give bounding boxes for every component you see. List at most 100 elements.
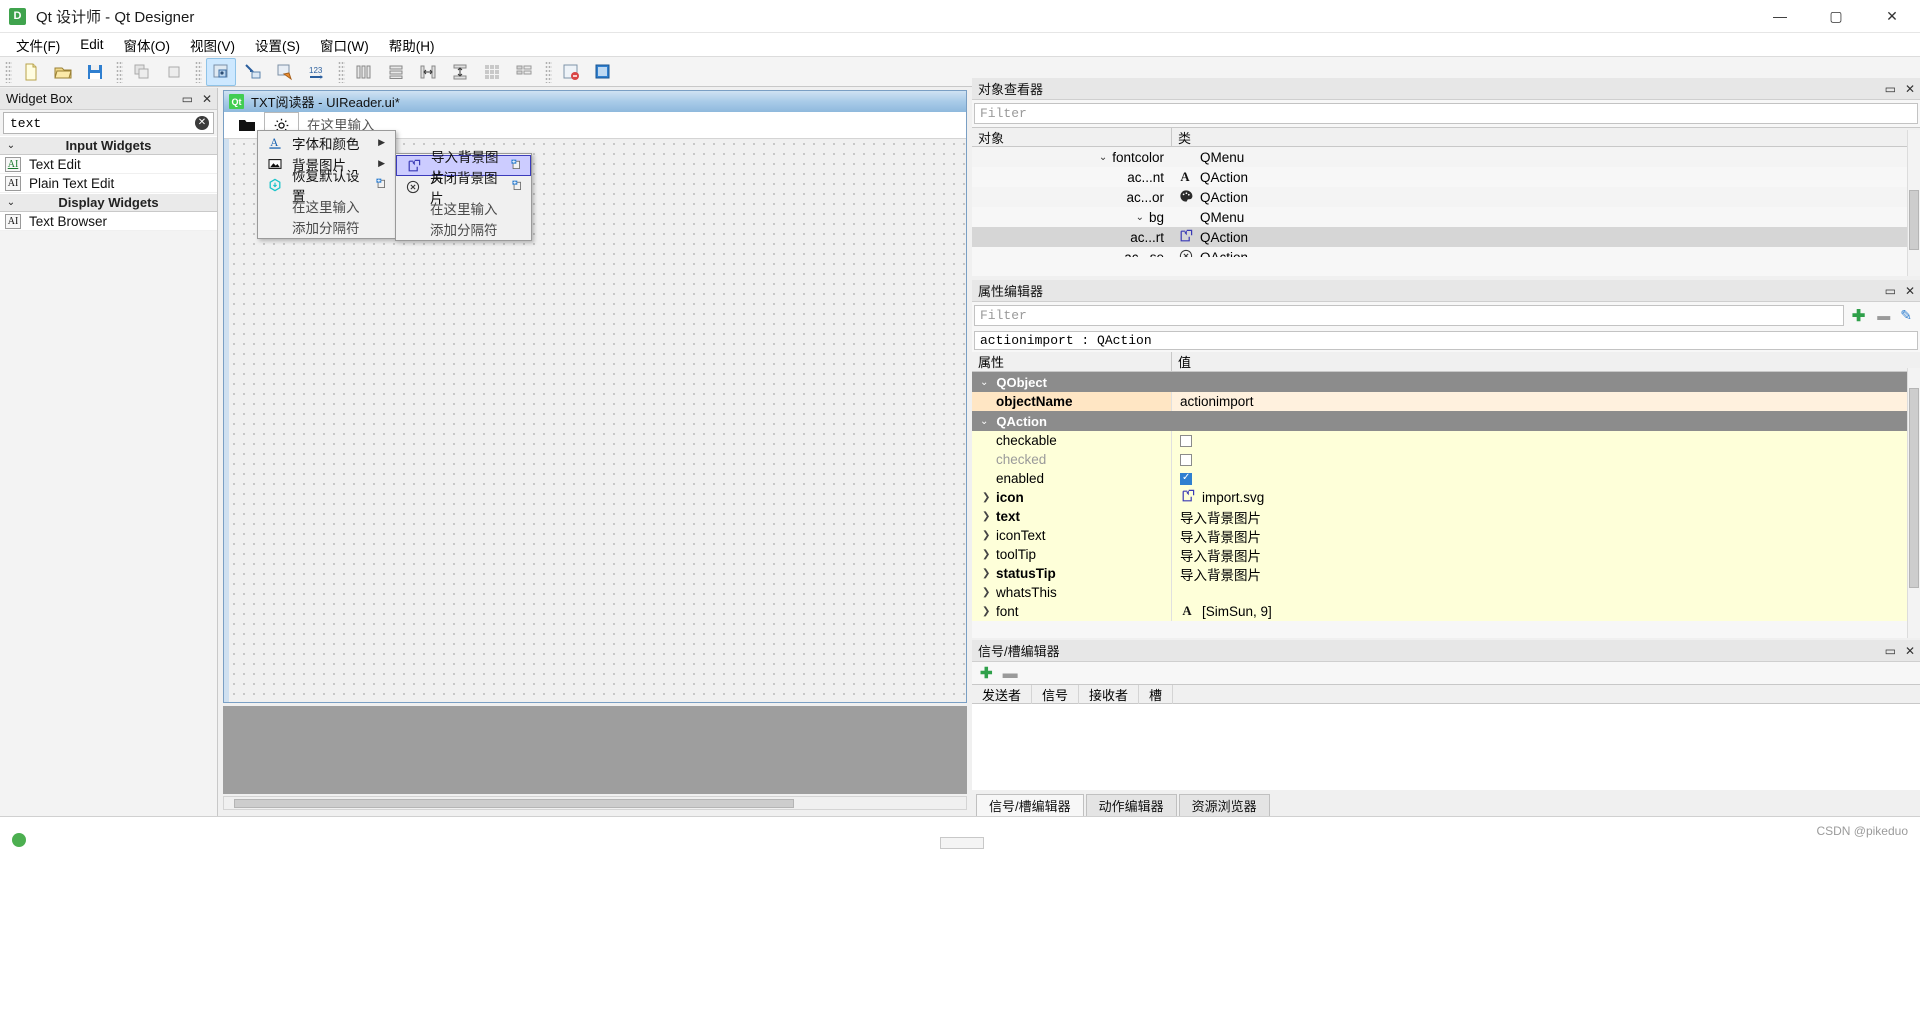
layout-vertical-icon[interactable] xyxy=(381,58,411,86)
property-row[interactable]: ❯toolTip导入背景图片 xyxy=(972,545,1920,564)
menu-window[interactable]: 窗口(W) xyxy=(310,32,379,58)
break-layout-icon[interactable] xyxy=(556,58,586,86)
property-value-cell[interactable] xyxy=(1172,583,1920,602)
remove-connection-icon[interactable]: ▬ xyxy=(1003,665,1018,682)
submenu-item-2[interactable]: 关闭背景图片 xyxy=(396,176,531,197)
bottom-tab[interactable]: 信号/槽编辑器 xyxy=(976,794,1084,816)
property-value-cell[interactable] xyxy=(1172,431,1920,450)
property-value-cell[interactable]: 导入背景图片 xyxy=(1172,507,1920,526)
edit-buddies-icon[interactable] xyxy=(270,58,300,86)
property-row[interactable]: ❯statusTip导入背景图片 xyxy=(972,564,1920,583)
toolbar-grip-5[interactable] xyxy=(545,61,552,83)
property-checkbox[interactable] xyxy=(1180,435,1192,447)
property-row[interactable]: checked xyxy=(972,450,1920,469)
scrollbar-thumb[interactable] xyxy=(234,799,794,808)
property-row[interactable]: ❯fontA[SimSun, 9] xyxy=(972,602,1920,621)
property-value-cell[interactable]: actionimport xyxy=(1172,392,1920,411)
bottom-tab[interactable]: 资源浏览器 xyxy=(1179,794,1270,816)
chevron-down-icon[interactable]: ⌄ xyxy=(980,416,988,427)
layout-horizontal-icon[interactable] xyxy=(349,58,379,86)
remove-property-icon[interactable]: ▬ xyxy=(1871,308,1896,323)
layout-form-icon[interactable] xyxy=(509,58,539,86)
property-group-header[interactable]: ⌄QAction xyxy=(972,411,1920,431)
clear-filter-icon[interactable]: ✕ xyxy=(195,116,209,130)
menu-item-5[interactable]: 添加分隔符 xyxy=(258,216,395,237)
property-editor-scrollbar[interactable] xyxy=(1907,368,1920,638)
menu-settings[interactable]: 设置(S) xyxy=(245,32,310,58)
layout-splitter-h-icon[interactable] xyxy=(413,58,443,86)
property-value-cell[interactable]: 导入背景图片 xyxy=(1172,545,1920,564)
edit-signals-slots-icon[interactable] xyxy=(238,58,268,86)
property-value-cell[interactable]: import.svg xyxy=(1172,488,1920,507)
adjust-size-icon[interactable] xyxy=(588,58,618,86)
undock-icon[interactable]: ▭ xyxy=(1885,82,1896,96)
object-tree-row[interactable]: ac...ntAQAction xyxy=(972,167,1920,187)
close-button[interactable]: ✕ xyxy=(1864,0,1920,33)
toolbar-grip-4[interactable] xyxy=(338,61,345,83)
widget-group-header[interactable]: ⌄Display Widgets xyxy=(0,193,217,212)
edit-widgets-icon[interactable] xyxy=(206,58,236,86)
property-row[interactable]: ❯iconText导入背景图片 xyxy=(972,526,1920,545)
property-checkbox[interactable] xyxy=(1180,473,1192,485)
menu-file[interactable]: 文件(F) xyxy=(6,32,70,58)
edit-tab-order-icon[interactable]: 123 xyxy=(302,58,332,86)
property-group-header[interactable]: ⌄QObject xyxy=(972,372,1920,392)
expand-arrow-icon[interactable]: ❯ xyxy=(982,492,996,503)
submenu-item-3[interactable]: 在这里输入 xyxy=(396,197,531,218)
menu-view[interactable]: 视图(V) xyxy=(180,32,245,58)
toolbar-grip-3[interactable] xyxy=(195,61,202,83)
property-value-cell[interactable]: 导入背景图片 xyxy=(1172,526,1920,545)
undock-icon[interactable]: ▭ xyxy=(1885,284,1896,298)
scrollbar-thumb[interactable] xyxy=(1909,388,1919,588)
widget-list-item[interactable]: AIText Edit xyxy=(0,155,217,174)
widget-box-filter-input[interactable] xyxy=(8,115,195,132)
layout-grid-icon[interactable] xyxy=(477,58,507,86)
toolbar-grip[interactable] xyxy=(5,61,12,83)
object-tree-row[interactable]: ac...seQAction xyxy=(972,247,1920,257)
widget-group-header[interactable]: ⌄Input Widgets xyxy=(0,136,217,155)
object-tree-row[interactable]: ac...orQAction xyxy=(972,187,1920,207)
submenu-item-4[interactable]: 添加分隔符 xyxy=(396,218,531,239)
toolbar-grip-2[interactable] xyxy=(116,61,123,83)
property-row[interactable]: objectNameactionimport xyxy=(972,392,1920,411)
property-row[interactable]: ❯whatsThis xyxy=(972,583,1920,602)
undo-icon[interactable] xyxy=(127,58,157,86)
widget-box-filter[interactable]: ✕ xyxy=(3,112,214,134)
expand-arrow-icon[interactable]: ❯ xyxy=(982,606,996,617)
open-form-icon[interactable] xyxy=(48,58,78,86)
object-tree-row[interactable]: ⌄bgQMenu xyxy=(972,207,1920,227)
bottom-tab[interactable]: 动作编辑器 xyxy=(1086,794,1177,816)
chevron-down-icon[interactable]: ⌄ xyxy=(1099,152,1107,163)
redo-icon[interactable] xyxy=(159,58,189,86)
configure-property-icon[interactable]: ✎ xyxy=(1896,307,1920,324)
menu-form[interactable]: 窗体(O) xyxy=(114,32,181,58)
undock-icon[interactable]: ▭ xyxy=(1885,644,1896,658)
property-value-cell[interactable] xyxy=(1172,450,1920,469)
menu-item-1[interactable]: A字体和颜色▶ xyxy=(258,132,395,153)
scrollbar-thumb[interactable] xyxy=(1909,190,1919,250)
object-inspector-scrollbar[interactable] xyxy=(1907,130,1920,276)
menu-help[interactable]: 帮助(H) xyxy=(379,32,445,58)
menu-item-4[interactable]: 在这里输入 xyxy=(258,195,395,216)
object-inspector-filter[interactable]: Filter xyxy=(974,103,1918,124)
widget-list-item[interactable]: AIText Browser xyxy=(0,212,217,231)
widget-list-item[interactable]: AIPlain Text Edit xyxy=(0,174,217,193)
minimize-button[interactable]: — xyxy=(1752,0,1808,33)
menu-item-3[interactable]: 恢复默认设置 xyxy=(258,174,395,195)
object-tree-row[interactable]: ⌄fontcolorQMenu xyxy=(972,147,1920,167)
menu-edit[interactable]: Edit xyxy=(70,34,113,55)
chevron-down-icon[interactable]: ⌄ xyxy=(1136,212,1144,223)
expand-arrow-icon[interactable]: ❯ xyxy=(982,511,996,522)
expand-arrow-icon[interactable]: ❯ xyxy=(982,587,996,598)
property-editor-filter[interactable]: Filter xyxy=(974,305,1844,326)
add-connection-icon[interactable]: ✚ xyxy=(980,664,993,682)
maximize-button[interactable]: ▢ xyxy=(1808,0,1864,33)
undock-icon[interactable]: ▭ xyxy=(182,92,193,106)
property-row[interactable]: enabled xyxy=(972,469,1920,488)
close-icon[interactable]: ✕ xyxy=(1905,82,1915,96)
layout-splitter-v-icon[interactable] xyxy=(445,58,475,86)
property-row[interactable]: ❯text导入背景图片 xyxy=(972,507,1920,526)
mdi-horizontal-scrollbar[interactable] xyxy=(223,796,967,810)
new-form-icon[interactable] xyxy=(16,58,46,86)
object-tree-row[interactable]: ac...rtQAction xyxy=(972,227,1920,247)
